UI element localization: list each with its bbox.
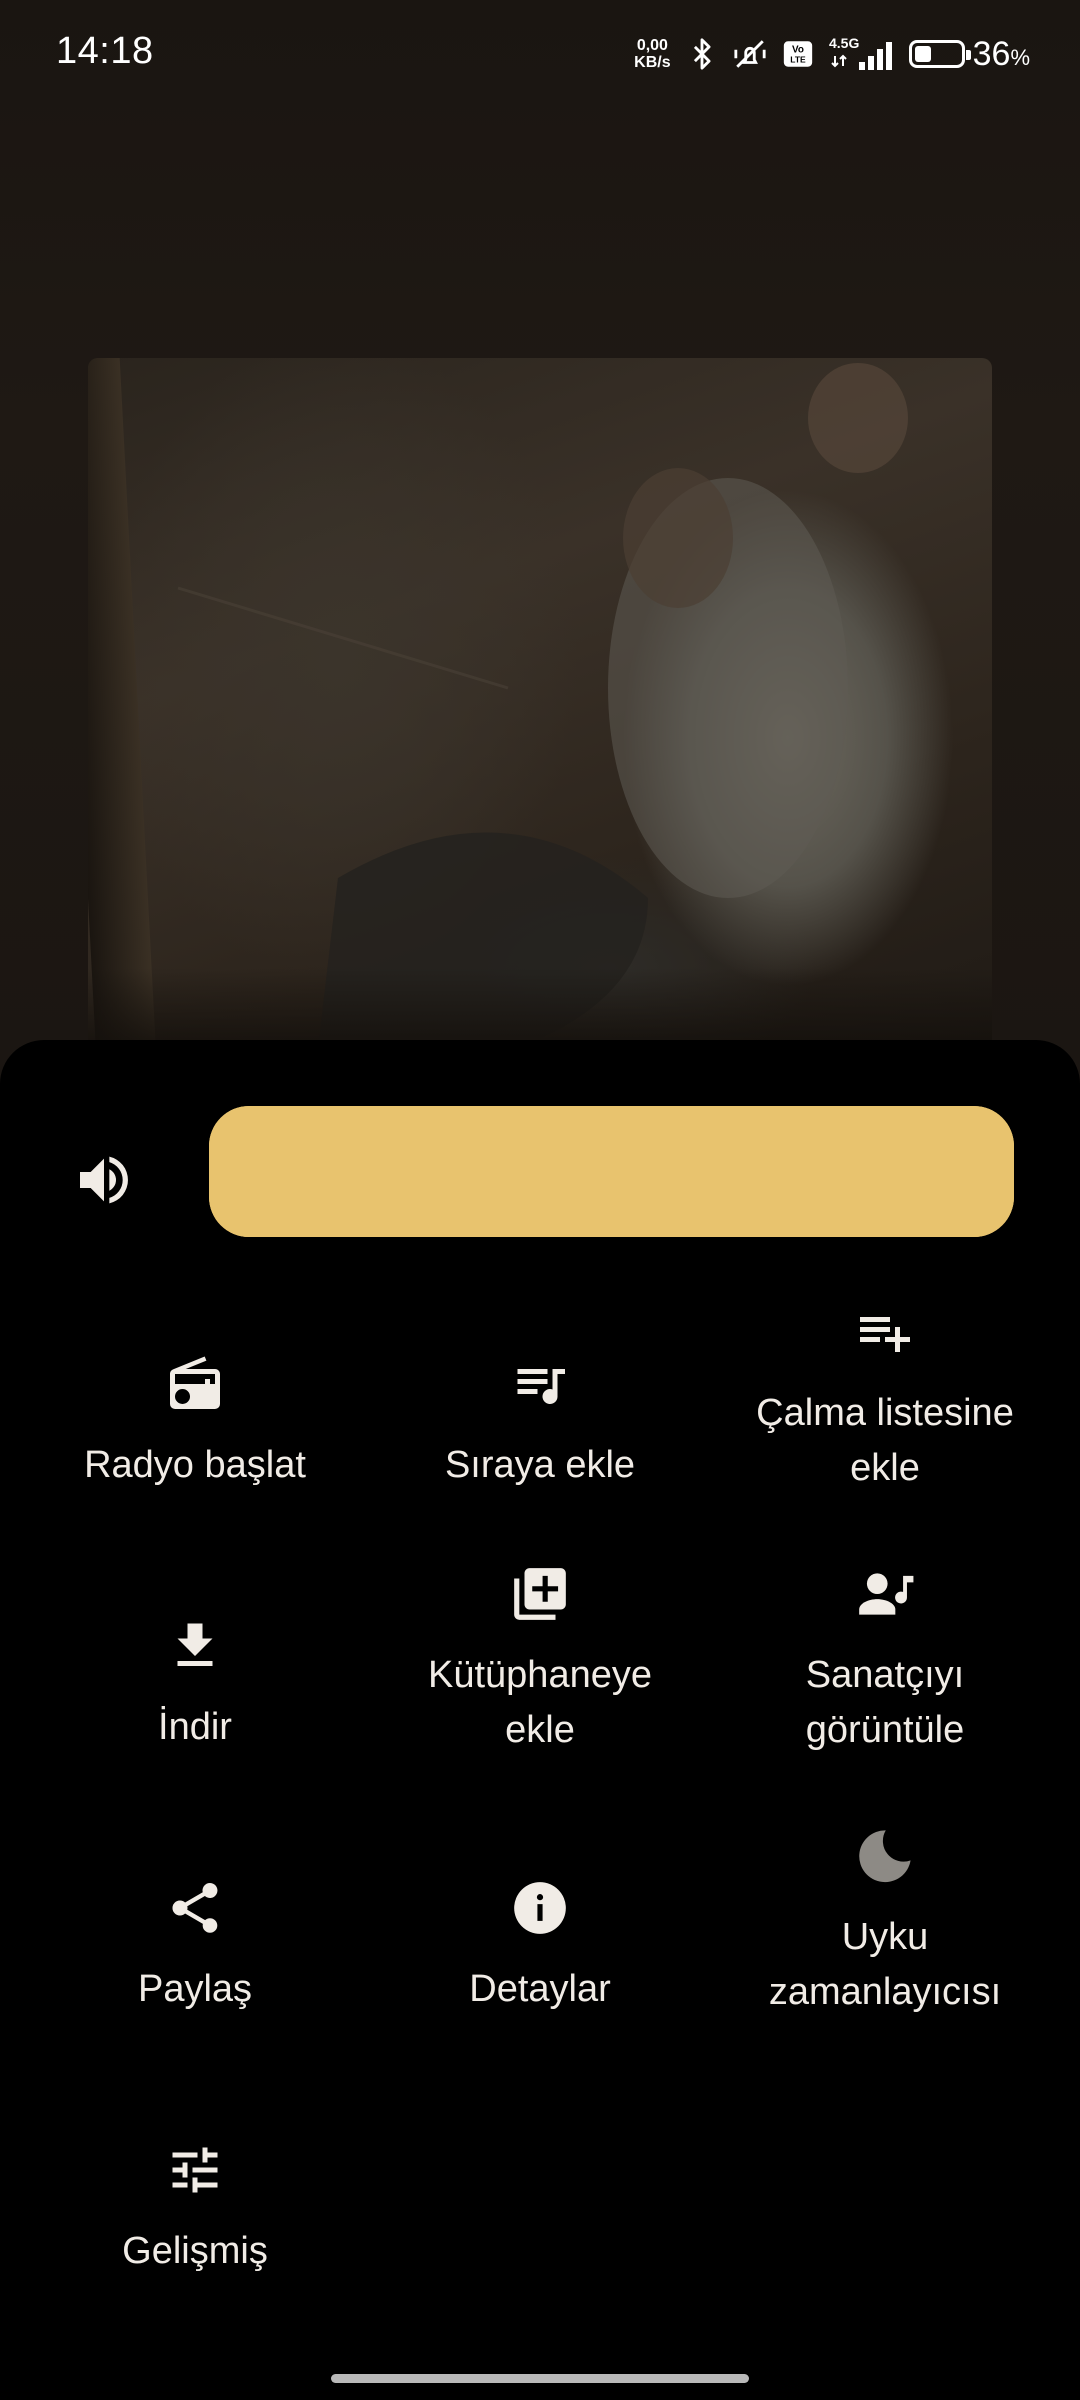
album-art-figure (177, 363, 908, 1048)
bluetooth-icon (693, 38, 711, 70)
vibrate-silent-icon (734, 40, 766, 68)
net-speed: 0,00 KB/s (634, 37, 670, 71)
album-art[interactable] (88, 358, 992, 1058)
action-label: Detaylar (469, 1968, 611, 2010)
status-time: 14:18 (56, 30, 154, 72)
action-download[interactable]: İndir (25, 1562, 365, 1802)
action-label: Gelişmiş (122, 2230, 268, 2272)
action-label: Paylaş (137, 1968, 253, 2010)
net-speed-value: 0,00 (636, 37, 668, 54)
net-speed-unit: KB/s (634, 54, 671, 71)
action-add-to-queue[interactable]: Sıraya ekle (370, 1300, 710, 1540)
volume-slider[interactable] (209, 1106, 1014, 1237)
signal-icon: 4.5G (829, 36, 892, 70)
sleep-timer-moon-icon (853, 1824, 917, 1888)
action-add-to-playlist[interactable]: Çalma listesine ekle (715, 1300, 1055, 1540)
action-label: Sıraya ekle (444, 1444, 636, 1486)
action-advanced[interactable]: Gelişmiş (25, 2086, 365, 2326)
action-label: Sanatçıyı görüntüle (805, 1654, 965, 1751)
battery: 36% (908, 34, 1030, 74)
action-details[interactable]: Detaylar (370, 1824, 710, 2064)
action-start-radio[interactable]: Radyo başlat (25, 1300, 365, 1540)
action-label: Radyo başlat (84, 1444, 306, 1486)
library-add-icon (508, 1562, 572, 1626)
network-type: 4.5G (829, 36, 859, 51)
queue-music-icon (508, 1352, 572, 1416)
info-icon (508, 1876, 572, 1940)
action-share[interactable]: Paylaş (25, 1824, 365, 2064)
download-icon (163, 1614, 227, 1678)
volume-slider-level (209, 1106, 1014, 1237)
action-label: Uyku zamanlayıcısı (768, 1916, 1002, 2013)
svg-text:LTE: LTE (790, 55, 806, 65)
status-icons: 0,00 KB/s Vo LTE 4.5G 36% (634, 28, 1030, 80)
tune-sliders-icon (163, 2138, 227, 2202)
battery-fill (914, 46, 931, 62)
battery-percent: 36% (972, 34, 1030, 73)
volte-icon: VoLTE (783, 41, 812, 67)
share-icon (163, 1876, 227, 1940)
radio-icon (163, 1352, 227, 1416)
battery-icon (908, 40, 971, 68)
action-label: Çalma listesine ekle (756, 1392, 1014, 1489)
volume-up-icon[interactable] (72, 1148, 136, 1212)
action-add-to-library[interactable]: Kütüphaneye ekle (370, 1562, 710, 1802)
status-bar: 14:18 0,00 KB/s Vo LTE 4.5G 36% (0, 0, 1080, 110)
playlist-add-icon (853, 1300, 917, 1364)
home-indicator[interactable] (331, 2374, 749, 2383)
action-sleep-timer[interactable]: Uyku zamanlayıcısı (715, 1824, 1055, 2064)
artist-icon (853, 1562, 917, 1626)
action-label: Kütüphaneye ekle (428, 1654, 652, 1751)
action-label: İndir (158, 1706, 232, 1748)
action-view-artist[interactable]: Sanatçıyı görüntüle (715, 1562, 1055, 1802)
